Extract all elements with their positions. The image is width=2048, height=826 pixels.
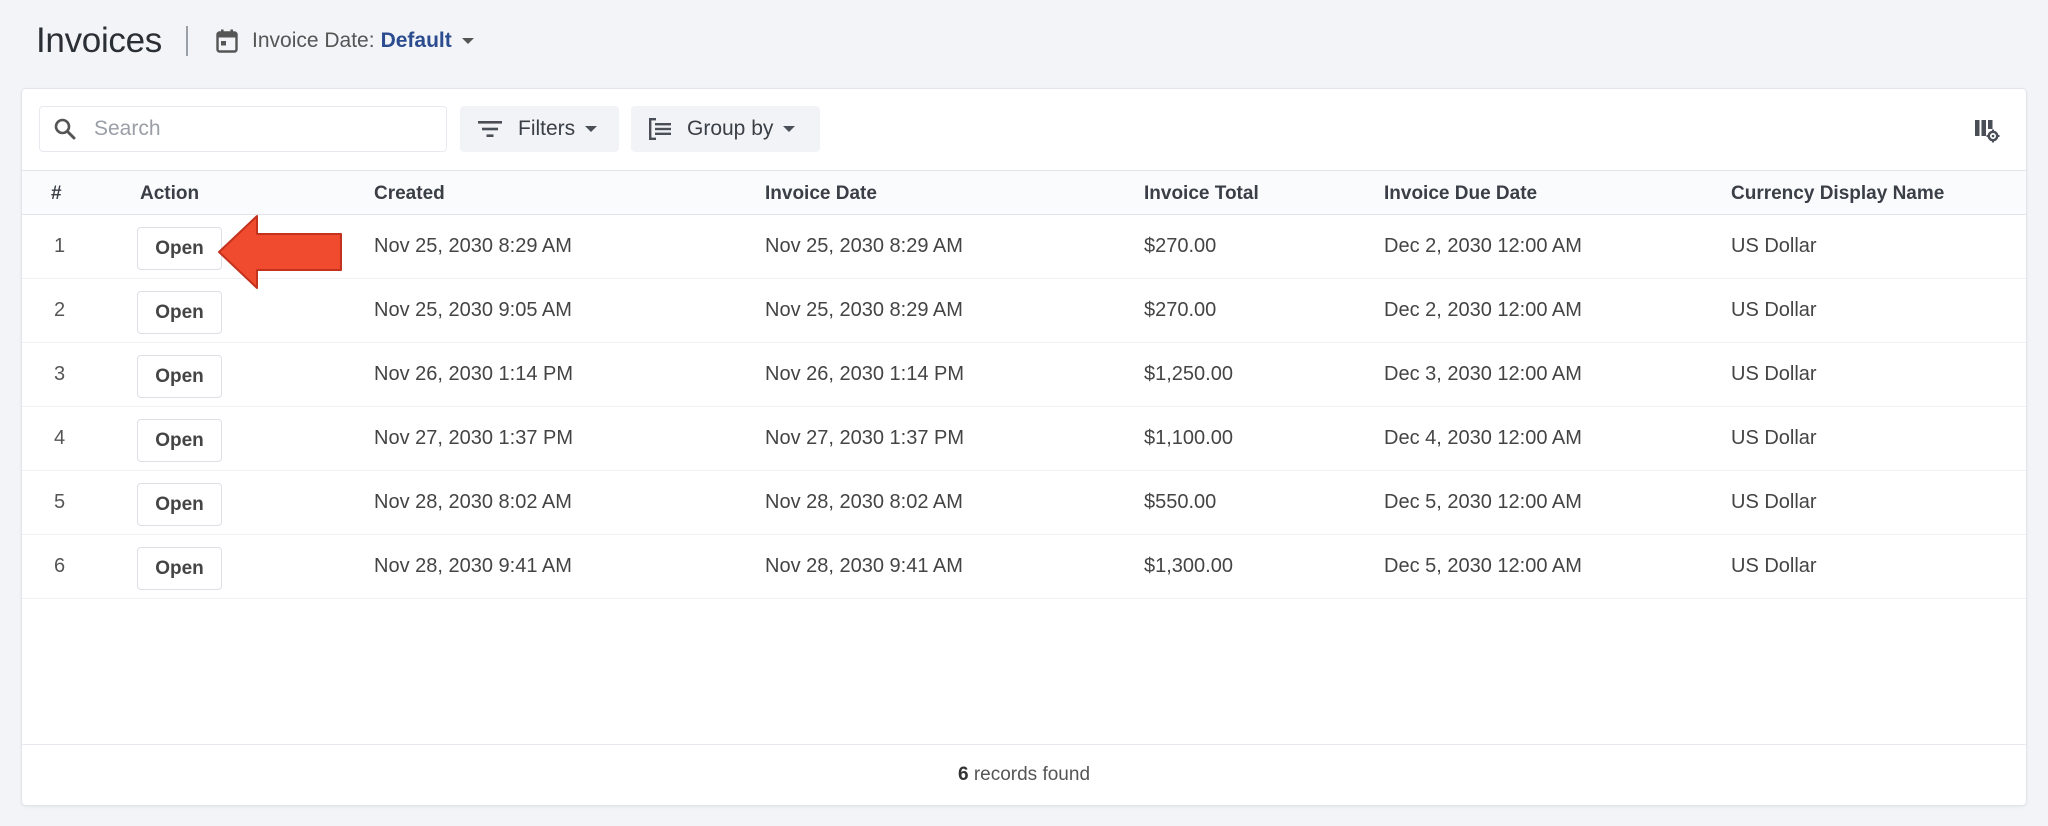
created-cell: Nov 25, 2030 8:29 AM (374, 235, 572, 257)
invoice-date-cell: Nov 26, 2030 1:14 PM (765, 363, 965, 385)
group-by-icon (649, 118, 671, 140)
filters-button[interactable]: Filters (460, 106, 619, 152)
search-input[interactable] (92, 116, 396, 142)
invoices-table-card: Filters Group by (21, 88, 2027, 806)
table-header: # Action Created Invoice Date Invoice To… (22, 170, 2026, 215)
created-cell: Nov 27, 2030 1:37 PM (374, 427, 574, 449)
invoice-date-cell: Nov 27, 2030 1:37 PM (765, 427, 965, 449)
table-toolbar: Filters Group by (22, 89, 2026, 170)
filters-label: Filters (518, 117, 576, 140)
pointer-arrow-annotation (218, 215, 342, 289)
open-button[interactable]: Open (137, 547, 222, 590)
chevron-down-icon (461, 38, 474, 44)
column-header-invoice-due-date[interactable]: Invoice Due Date (1384, 171, 1537, 216)
invoice-date-cell: Nov 28, 2030 9:41 AM (765, 555, 963, 577)
created-cell: Nov 26, 2030 1:14 PM (374, 363, 574, 385)
row-number: 1 (54, 235, 66, 257)
invoice-total-cell: $1,300.00 (1144, 555, 1233, 577)
records-count: 6 (957, 764, 969, 785)
invoice-date-cell: Nov 28, 2030 8:02 AM (765, 491, 963, 513)
currency-cell: US Dollar (1731, 363, 1817, 385)
invoice-total-cell: $1,100.00 (1144, 427, 1233, 449)
currency-cell: US Dollar (1731, 491, 1817, 513)
created-cell: Nov 28, 2030 9:41 AM (374, 555, 572, 577)
column-header-invoice-date[interactable]: Invoice Date (765, 171, 877, 216)
invoice-total-cell: $1,250.00 (1144, 363, 1233, 385)
table-row: 5 Open Nov 28, 2030 8:02 AM Nov 28, 2030… (22, 471, 2026, 535)
invoice-date-filter-value: Default (380, 29, 452, 52)
records-count-footer: 6 records found (22, 744, 2026, 805)
open-button[interactable]: Open (137, 227, 222, 270)
created-cell: Nov 25, 2030 9:05 AM (374, 299, 572, 321)
column-settings-icon[interactable] (1974, 117, 2000, 143)
group-by-button[interactable]: Group by (631, 106, 820, 152)
currency-cell: US Dollar (1731, 299, 1817, 321)
invoice-due-date-cell: Dec 2, 2030 12:00 AM (1384, 299, 1582, 321)
table-row: 6 Open Nov 28, 2030 9:41 AM Nov 28, 2030… (22, 535, 2026, 599)
row-number: 5 (54, 491, 66, 513)
currency-cell: US Dollar (1731, 235, 1817, 257)
created-cell: Nov 28, 2030 8:02 AM (374, 491, 572, 513)
header-divider (186, 26, 188, 56)
column-header-created[interactable]: Created (374, 171, 445, 216)
page-title: Invoices (36, 21, 162, 60)
invoice-due-date-cell: Dec 4, 2030 12:00 AM (1384, 427, 1582, 449)
invoice-total-cell: $270.00 (1144, 299, 1217, 321)
records-count-label: records found (973, 764, 1091, 785)
row-number: 6 (54, 555, 66, 577)
filter-icon (478, 121, 502, 137)
invoice-due-date-cell: Dec 5, 2030 12:00 AM (1384, 491, 1582, 513)
row-number: 2 (54, 299, 66, 321)
column-header-number[interactable]: # (51, 171, 62, 216)
invoice-date-cell: Nov 25, 2030 8:29 AM (765, 299, 963, 321)
chevron-down-icon (585, 126, 598, 132)
search-box[interactable] (39, 106, 447, 152)
column-header-action[interactable]: Action (140, 171, 199, 216)
open-button[interactable]: Open (137, 419, 222, 462)
page-header: Invoices Invoice Date: Default (36, 0, 474, 82)
invoice-due-date-cell: Dec 2, 2030 12:00 AM (1384, 235, 1582, 257)
invoice-date-filter-label: Invoice Date: (252, 29, 375, 52)
table-row: 4 Open Nov 27, 2030 1:37 PM Nov 27, 2030… (22, 407, 2026, 471)
open-button[interactable]: Open (137, 355, 222, 398)
invoice-date-filter[interactable]: Invoice Date: Default (214, 28, 474, 54)
invoice-total-cell: $550.00 (1144, 491, 1217, 513)
search-icon (54, 118, 76, 140)
open-button[interactable]: Open (137, 483, 222, 526)
open-button[interactable]: Open (137, 291, 222, 334)
currency-cell: US Dollar (1731, 427, 1817, 449)
invoice-date-cell: Nov 25, 2030 8:29 AM (765, 235, 963, 257)
invoice-due-date-cell: Dec 3, 2030 12:00 AM (1384, 363, 1582, 385)
table-row: 3 Open Nov 26, 2030 1:14 PM Nov 26, 2030… (22, 343, 2026, 407)
invoice-total-cell: $270.00 (1144, 235, 1217, 257)
invoice-due-date-cell: Dec 5, 2030 12:00 AM (1384, 555, 1582, 577)
group-by-label: Group by (687, 117, 774, 140)
calendar-icon (214, 28, 240, 54)
column-header-currency-display-name[interactable]: Currency Display Name (1731, 171, 1944, 216)
column-header-invoice-total[interactable]: Invoice Total (1144, 171, 1259, 216)
row-number: 4 (54, 427, 66, 449)
row-number: 3 (54, 363, 66, 385)
currency-cell: US Dollar (1731, 555, 1817, 577)
chevron-down-icon (783, 126, 796, 132)
